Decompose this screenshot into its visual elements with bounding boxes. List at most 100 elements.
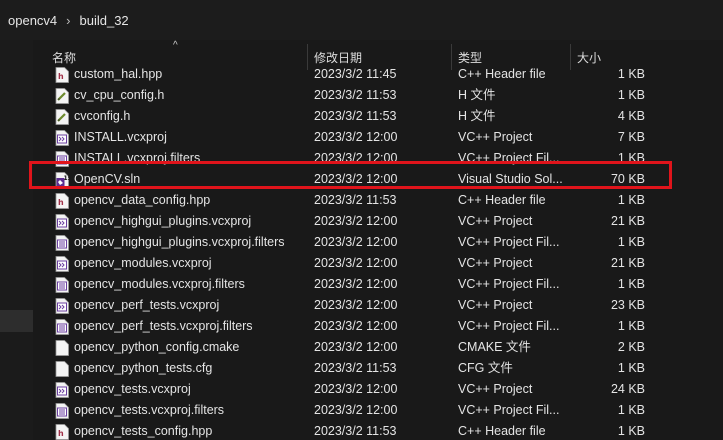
- file-list[interactable]: ^ 名称 修改日期 类型 大小 h custom_hal.hpp 2023/3/2 …: [33, 40, 723, 440]
- file-row[interactable]: cv_cpu_config.h 2023/3/2 11:53 H 文件 1 KB: [33, 85, 723, 106]
- file-name: opencv_perf_tests.vcxproj: [74, 298, 220, 312]
- column-header-size[interactable]: 大小: [577, 40, 601, 66]
- vcxproj-icon: [55, 298, 69, 314]
- breadcrumb: opencv4 › build_32: [0, 0, 723, 40]
- column-header-name[interactable]: 名称: [52, 40, 76, 66]
- file-size: 4 KB: [617, 109, 645, 123]
- file-row[interactable]: h custom_hal.hpp 2023/3/2 11:45 C++ Header …: [33, 64, 723, 85]
- file-row[interactable]: opencv_modules.vcxproj.filters 2023/3/2 1…: [33, 274, 723, 295]
- file-modified-date: 2023/3/2 12:00: [314, 277, 398, 291]
- file-modified-date: 2023/3/2 12:00: [314, 235, 398, 249]
- file-modified-date: 2023/3/2 12:00: [314, 340, 398, 354]
- column-header-type[interactable]: 类型: [458, 40, 482, 66]
- file-modified-date: 2023/3/2 12:00: [314, 256, 398, 270]
- h-file-icon: [55, 88, 69, 104]
- file-modified-date: 2023/3/2 12:00: [314, 130, 398, 144]
- file-type: VC++ Project: [458, 298, 533, 312]
- file-type: H 文件: [458, 88, 496, 102]
- vcxproj-icon: [55, 256, 69, 272]
- file-name: cvconfig.h: [74, 109, 131, 123]
- h-file-icon: [55, 109, 69, 125]
- column-header-date[interactable]: 修改日期: [314, 40, 362, 66]
- breadcrumb-item-opencv4[interactable]: opencv4: [8, 13, 57, 28]
- file-size: 7 KB: [617, 130, 645, 144]
- file-row[interactable]: h opencv_data_config.hpp 2023/3/2 11:53 C++…: [33, 190, 723, 211]
- file-modified-date: 2023/3/2 11:53: [314, 193, 397, 207]
- file-modified-date: 2023/3/2 11:53: [314, 88, 397, 102]
- file-row[interactable]: opencv_python_config.cmake 2023/3/2 12:00…: [33, 337, 723, 358]
- file-modified-date: 2023/3/2 12:00: [314, 382, 398, 396]
- file-row[interactable]: opencv_python_tests.cfg 2023/3/2 11:53 CFG…: [33, 358, 723, 379]
- file-type: VC++ Project Fil...: [458, 277, 560, 291]
- breadcrumb-item-build-32[interactable]: build_32: [80, 13, 129, 28]
- svg-text:h: h: [58, 72, 64, 81]
- file-size: 1 KB: [617, 361, 645, 375]
- file-modified-date: 2023/3/2 12:00: [314, 214, 398, 228]
- file-name: opencv_python_config.cmake: [74, 340, 240, 354]
- file-modified-date: 2023/3/2 11:45: [314, 67, 397, 81]
- file-type: C++ Header file: [458, 424, 546, 438]
- file-modified-date: 2023/3/2 11:53: [314, 109, 397, 123]
- file-size: 1 KB: [617, 403, 645, 417]
- cpp-header-icon: h: [55, 424, 69, 440]
- file-size: 1 KB: [617, 424, 645, 438]
- file-modified-date: 2023/3/2 11:53: [314, 424, 397, 438]
- file-size: 2 KB: [617, 340, 645, 354]
- file-type: VC++ Project: [458, 130, 533, 144]
- file-name: opencv_highgui_plugins.vcxproj.filters: [74, 235, 285, 249]
- file-row[interactable]: opencv_perf_tests.vcxproj 2023/3/2 12:00 V…: [33, 295, 723, 316]
- file-name: opencv_tests.vcxproj.filters: [74, 403, 225, 417]
- file-name: custom_hal.hpp: [74, 67, 163, 81]
- file-row[interactable]: opencv_tests.vcxproj.filters 2023/3/2 12:…: [33, 400, 723, 421]
- file-size: 1 KB: [617, 235, 645, 249]
- file-row[interactable]: INSTALL.vcxproj 2023/3/2 12:00 VC++ Projec…: [33, 127, 723, 148]
- svg-text:h: h: [58, 198, 64, 207]
- file-type: CFG 文件: [458, 361, 513, 375]
- file-name: opencv_modules.vcxproj: [74, 256, 212, 270]
- file-size: 23 KB: [610, 298, 645, 312]
- file-name: opencv_perf_tests.vcxproj.filters: [74, 319, 253, 333]
- file-name: opencv_modules.vcxproj.filters: [74, 277, 245, 291]
- file-type: VC++ Project Fil...: [458, 235, 560, 249]
- file-row[interactable]: opencv_highgui_plugins.vcxproj.filters 20…: [33, 232, 723, 253]
- navigation-pane-selected-item[interactable]: [0, 310, 33, 332]
- file-name: opencv_tests.vcxproj: [74, 382, 191, 396]
- filters-icon: [55, 319, 69, 335]
- file-row[interactable]: cvconfig.h 2023/3/2 11:53 H 文件 4 KB: [33, 106, 723, 127]
- file-row[interactable]: h opencv_tests_config.hpp 2023/3/2 11:53 C+…: [33, 421, 723, 440]
- annotation-highlight-box: [29, 161, 672, 189]
- file-size: 1 KB: [617, 277, 645, 291]
- vcxproj-icon: [55, 130, 69, 146]
- cpp-header-icon: h: [55, 67, 69, 83]
- file-size: 24 KB: [610, 382, 645, 396]
- file-name: opencv_highgui_plugins.vcxproj: [74, 214, 252, 228]
- file-row[interactable]: opencv_modules.vcxproj 2023/3/2 12:00 VC++…: [33, 253, 723, 274]
- file-name: cv_cpu_config.h: [74, 88, 165, 102]
- file-row[interactable]: opencv_tests.vcxproj 2023/3/2 12:00 VC++ P…: [33, 379, 723, 400]
- chevron-right-icon: ›: [66, 12, 71, 28]
- column-header-row: ^ 名称 修改日期 类型 大小: [33, 40, 723, 70]
- vcxproj-icon: [55, 214, 69, 230]
- filters-icon: [55, 235, 69, 251]
- file-size: 1 KB: [617, 67, 645, 81]
- file-size: 1 KB: [617, 319, 645, 333]
- navigation-pane[interactable]: [0, 40, 33, 440]
- file-name: opencv_python_tests.cfg: [74, 361, 213, 375]
- vcxproj-icon: [55, 382, 69, 398]
- file-row[interactable]: opencv_perf_tests.vcxproj.filters 2023/3/…: [33, 316, 723, 337]
- filters-icon: [55, 277, 69, 293]
- file-name: opencv_tests_config.hpp: [74, 424, 213, 438]
- file-type: C++ Header file: [458, 193, 546, 207]
- file-name: opencv_data_config.hpp: [74, 193, 211, 207]
- filters-icon: [55, 403, 69, 419]
- file-size: 1 KB: [617, 88, 645, 102]
- file-modified-date: 2023/3/2 12:00: [314, 319, 398, 333]
- file-size: 1 KB: [617, 193, 645, 207]
- file-type: C++ Header file: [458, 67, 546, 81]
- sort-ascending-icon: ^: [173, 40, 178, 51]
- svg-text:h: h: [58, 429, 64, 438]
- file-type: H 文件: [458, 109, 496, 123]
- file-row[interactable]: opencv_highgui_plugins.vcxproj 2023/3/2 1…: [33, 211, 723, 232]
- file-type: VC++ Project: [458, 382, 533, 396]
- file-type: VC++ Project: [458, 214, 533, 228]
